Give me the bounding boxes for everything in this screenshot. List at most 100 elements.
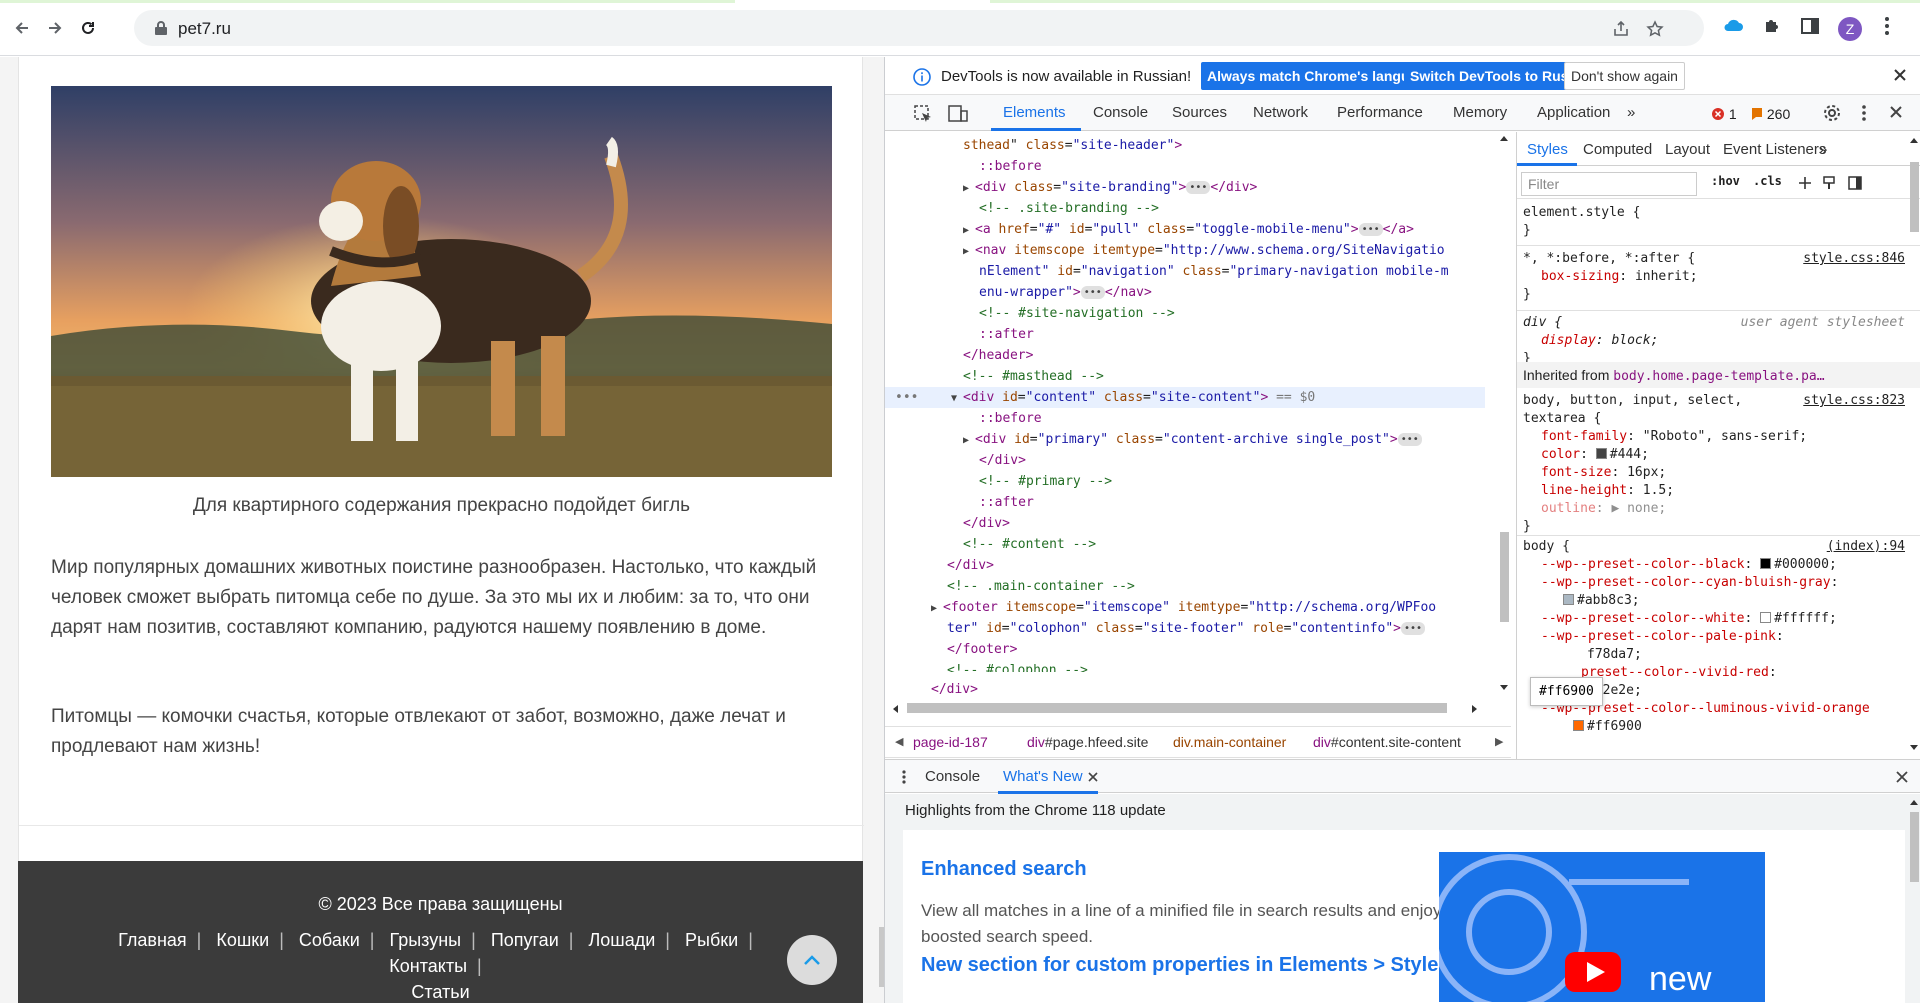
styles-vertical-scrollbar[interactable]: [1907, 132, 1920, 757]
tab-sources[interactable]: Sources: [1172, 104, 1227, 121]
warning-counter[interactable]: 260: [1751, 106, 1790, 122]
tab-layout[interactable]: Layout: [1665, 141, 1710, 158]
breadcrumb-item[interactable]: page-id-187: [913, 727, 988, 757]
scroll-left-arrow-icon[interactable]: [891, 704, 899, 714]
css-rule-body-vars[interactable]: body {(index):94 --wp--preset--color--bl…: [1523, 538, 1913, 736]
more-styles-tabs-button[interactable]: »: [1819, 141, 1827, 158]
drawer-tab-console[interactable]: Console: [925, 768, 980, 785]
hov-toggle[interactable]: :hov: [1711, 174, 1740, 188]
color-swatch[interactable]: [1760, 612, 1772, 623]
inspect-element-icon[interactable]: [913, 104, 933, 124]
tab-computed[interactable]: Computed: [1583, 141, 1652, 158]
dom-line[interactable]: ▶ <nav itemscope itemtype="http://www.sch…: [885, 240, 1485, 261]
source-link[interactable]: style.css:846: [1803, 250, 1905, 268]
footer-link-parrots[interactable]: Попугаи: [491, 930, 559, 950]
add-rule-icon[interactable]: [1797, 175, 1813, 191]
star-icon[interactable]: [1646, 20, 1664, 38]
tab-styles[interactable]: Styles: [1527, 141, 1568, 158]
close-icon[interactable]: [1892, 67, 1908, 83]
scroll-to-top-button[interactable]: [787, 935, 837, 985]
css-rule-universal[interactable]: *, *:before, *:after {style.css:846 box-…: [1523, 250, 1913, 304]
dom-line[interactable]: </header>: [885, 345, 1485, 366]
color-swatch[interactable]: [1563, 594, 1574, 605]
scroll-up-arrow-icon[interactable]: [1499, 134, 1509, 142]
source-link[interactable]: (index):94: [1827, 538, 1905, 556]
dom-line[interactable]: enu-wrapper"> ••• </nav>: [885, 282, 1485, 303]
css-rule-element-style[interactable]: element.style { }: [1523, 204, 1913, 240]
footer-link-articles[interactable]: Статьи: [411, 982, 469, 1002]
source-link[interactable]: style.css:823: [1803, 392, 1905, 410]
css-rule-body-inputs[interactable]: body, button, input, select, style.css:82…: [1523, 392, 1913, 536]
dom-line[interactable]: <!-- #content -->: [885, 534, 1485, 555]
dom-line[interactable]: </footer>: [885, 639, 1485, 660]
tab-console[interactable]: Console: [1093, 104, 1148, 121]
scroll-down-arrow-icon[interactable]: [1909, 744, 1919, 752]
footer-link-fish[interactable]: Рыбки: [685, 930, 738, 950]
url-text[interactable]: pet7.ru: [178, 19, 231, 39]
color-swatch[interactable]: [1595, 448, 1607, 459]
back-button[interactable]: [8, 14, 36, 42]
share-icon[interactable]: [1612, 20, 1630, 38]
scroll-up-arrow-icon[interactable]: [1909, 798, 1919, 806]
color-swatch[interactable]: [1760, 558, 1772, 569]
devtools-menu-icon[interactable]: [1861, 104, 1867, 122]
scroll-right-arrow-icon[interactable]: [1471, 704, 1479, 714]
css-rule-div[interactable]: div {user agent stylesheet display: bloc…: [1523, 314, 1913, 368]
dom-line[interactable]: sthead" class="site-header">: [885, 135, 1485, 156]
scroll-up-arrow-icon[interactable]: [1909, 136, 1919, 144]
footer-link-rodents[interactable]: Грызуны: [389, 930, 461, 950]
elements-dom-tree[interactable]: sthead" class="site-header"> ::before ▶ <…: [885, 132, 1485, 672]
dom-line[interactable]: </div>: [885, 681, 1485, 699]
paint-brush-icon[interactable]: [1821, 175, 1837, 191]
profile-avatar[interactable]: Z: [1838, 17, 1862, 41]
close-devtools-icon[interactable]: [1889, 105, 1903, 119]
dom-line[interactable]: <!-- #masthead -->: [885, 366, 1485, 387]
dom-line[interactable]: ::after: [885, 492, 1485, 513]
dom-line[interactable]: <!-- #primary -->: [885, 471, 1485, 492]
close-tab-icon[interactable]: [1087, 771, 1099, 783]
drawer-tab-whats-new[interactable]: What's New: [1003, 768, 1083, 785]
address-bar[interactable]: pet7.ru: [134, 10, 1704, 46]
feature-title-enhanced-search[interactable]: Enhanced search: [921, 858, 1087, 881]
dom-line[interactable]: nElement" id="navigation" class="primary…: [885, 261, 1485, 282]
breadcrumb-item[interactable]: div#content.site-content: [1313, 727, 1461, 757]
reload-button[interactable]: [74, 14, 102, 42]
dom-line[interactable]: <!-- #colophon -->: [885, 660, 1485, 672]
breadcrumb-item[interactable]: div.main-container: [1173, 727, 1286, 757]
footer-link-dogs[interactable]: Собаки: [299, 930, 360, 950]
tab-memory[interactable]: Memory: [1453, 104, 1507, 121]
scroll-down-arrow-icon[interactable]: [1499, 684, 1509, 692]
footer-link-home[interactable]: Главная: [118, 930, 187, 950]
dom-line[interactable]: </div>: [885, 450, 1485, 471]
breadcrumb-left-arrow-icon[interactable]: ◀: [895, 727, 903, 757]
elements-horizontal-scrollbar[interactable]: [885, 700, 1485, 716]
forward-button[interactable]: [41, 14, 69, 42]
page-scrollbar[interactable]: [879, 57, 884, 1003]
toggle-sidebar-icon[interactable]: [1847, 175, 1863, 191]
close-drawer-icon[interactable]: [1895, 770, 1909, 784]
tab-elements[interactable]: Elements: [1003, 104, 1066, 121]
elements-vertical-scrollbar[interactable]: [1497, 132, 1511, 700]
whats-new-video-thumbnail[interactable]: new: [1431, 852, 1765, 1003]
more-tabs-button[interactable]: »: [1627, 104, 1635, 121]
device-toolbar-icon[interactable]: [947, 104, 969, 124]
dom-line[interactable]: ::before: [885, 156, 1485, 177]
dom-line-selected[interactable]: ••• ▼ <div id="content" class="site-conten…: [885, 387, 1485, 408]
dom-line[interactable]: ter" id="colophon" class="site-footer" r…: [885, 618, 1485, 639]
dom-line[interactable]: ▶ <div class="site-branding"> ••• </div>: [885, 177, 1485, 198]
footer-link-cats[interactable]: Кошки: [216, 930, 269, 950]
color-swatch[interactable]: [1573, 720, 1584, 731]
settings-gear-icon[interactable]: [1823, 104, 1841, 122]
cls-toggle[interactable]: .cls: [1753, 174, 1782, 188]
drawer-menu-icon[interactable]: [901, 769, 907, 785]
dom-line[interactable]: <!-- .site-branding -->: [885, 198, 1485, 219]
footer-link-horses[interactable]: Лошади: [588, 930, 655, 950]
breadcrumb-right-arrow-icon[interactable]: ▶: [1495, 727, 1503, 757]
web-page-viewport[interactable]: Для квартирного содержания прекрасно под…: [0, 57, 884, 1003]
tab-application[interactable]: Application: [1537, 104, 1610, 121]
error-counter[interactable]: 1: [1711, 106, 1737, 122]
dom-line[interactable]: ::before: [885, 408, 1485, 429]
lock-icon[interactable]: [154, 20, 168, 36]
dom-line[interactable]: ▶ <footer itemscope="itemscope" itemtype=…: [885, 597, 1485, 618]
feature-title-custom-properties[interactable]: New section for custom properties in Ele…: [921, 954, 1450, 977]
